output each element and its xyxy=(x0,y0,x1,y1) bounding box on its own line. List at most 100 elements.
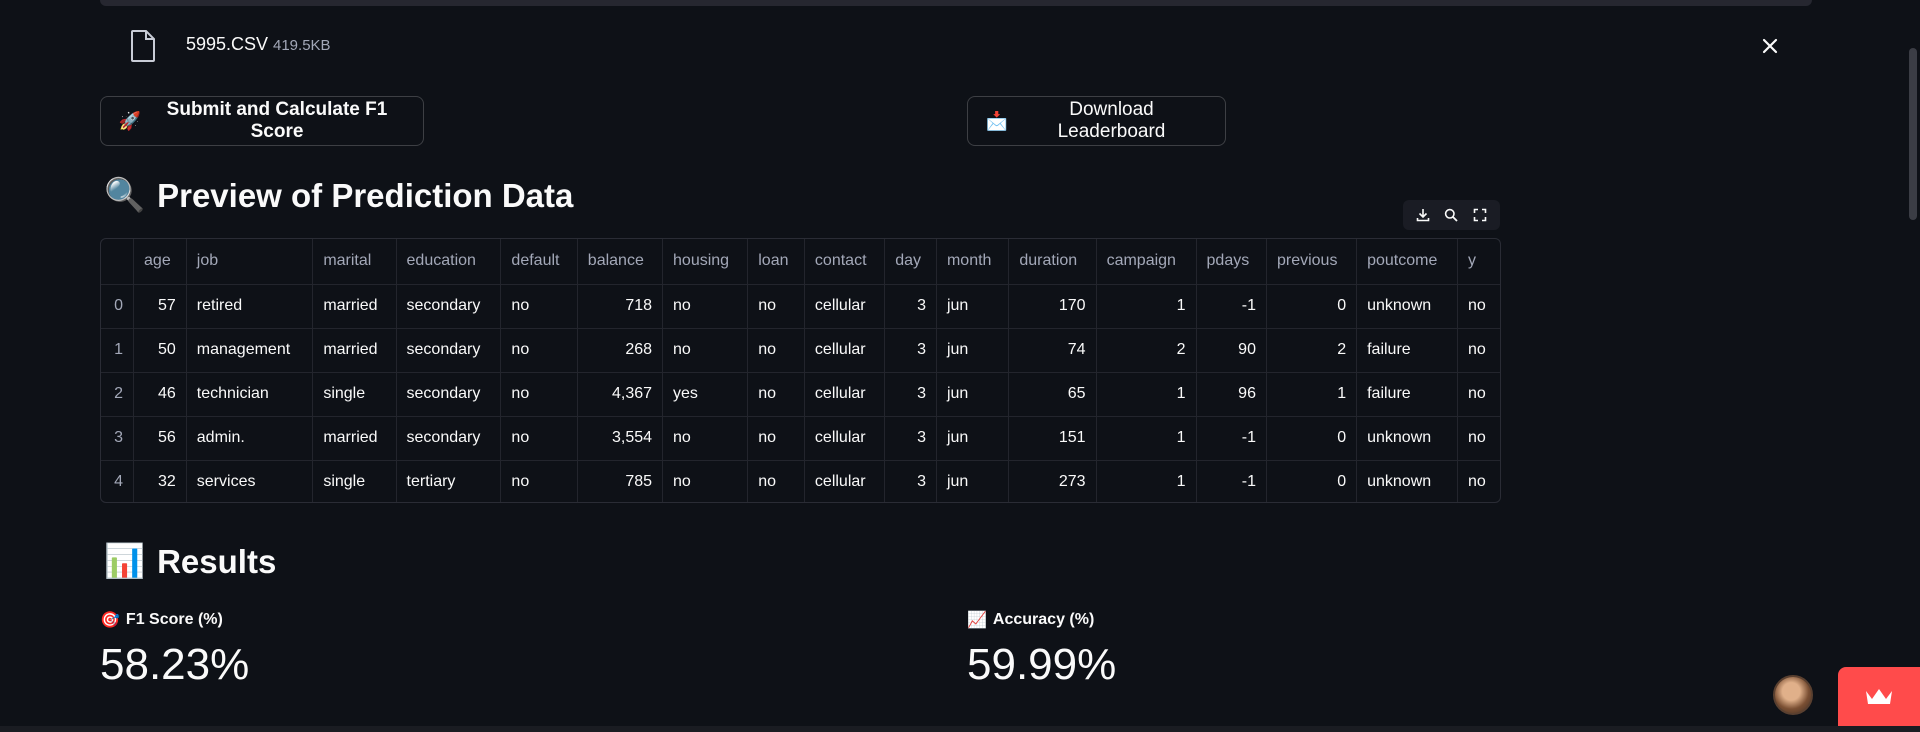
cell-month[interactable]: jun xyxy=(936,372,1010,417)
cell-marital[interactable]: married xyxy=(312,328,397,373)
column-header-previous[interactable]: previous xyxy=(1266,239,1358,285)
cell-contact[interactable]: cellular xyxy=(804,328,886,373)
cell-marital[interactable]: single xyxy=(312,372,397,417)
cell-housing[interactable]: no xyxy=(662,416,749,461)
cell-loan[interactable]: no xyxy=(747,328,805,373)
cell-day[interactable]: 3 xyxy=(884,328,937,373)
cell-campaign[interactable]: 1 xyxy=(1096,372,1197,417)
cell-y[interactable]: no xyxy=(1457,284,1500,329)
cell-job[interactable]: services xyxy=(186,460,314,502)
cell-month[interactable]: jun xyxy=(936,328,1010,373)
cell-housing[interactable]: yes xyxy=(662,372,749,417)
cell-loan[interactable]: no xyxy=(747,460,805,502)
download-leaderboard-button[interactable]: 📩 Download Leaderboard xyxy=(967,96,1226,146)
cell-marital[interactable]: single xyxy=(312,460,397,502)
row-index[interactable]: 4 xyxy=(101,460,135,502)
row-index[interactable]: 1 xyxy=(101,328,135,373)
cell-balance[interactable]: 718 xyxy=(577,284,664,329)
column-header-education[interactable]: education xyxy=(396,239,502,285)
cell-campaign[interactable]: 2 xyxy=(1096,328,1197,373)
cell-job[interactable]: admin. xyxy=(186,416,314,461)
column-header-pdays[interactable]: pdays xyxy=(1196,239,1267,285)
cell-poutcome[interactable]: unknown xyxy=(1356,284,1459,329)
column-header-marital[interactable]: marital xyxy=(312,239,397,285)
submit-calculate-button[interactable]: 🚀 Submit and Calculate F1 Score xyxy=(100,96,424,146)
scroll-thumb[interactable] xyxy=(1909,48,1917,220)
cell-education[interactable]: secondary xyxy=(396,372,502,417)
cell-housing[interactable]: no xyxy=(662,328,749,373)
cell-campaign[interactable]: 1 xyxy=(1096,284,1197,329)
cell-poutcome[interactable]: failure xyxy=(1356,372,1459,417)
cell-pdays[interactable]: -1 xyxy=(1196,284,1267,329)
column-header-poutcome[interactable]: poutcome xyxy=(1356,239,1459,285)
cell-campaign[interactable]: 1 xyxy=(1096,460,1197,502)
cell-contact[interactable]: cellular xyxy=(804,372,886,417)
cell-default[interactable]: no xyxy=(500,416,578,461)
cell-loan[interactable]: no xyxy=(747,416,805,461)
cell-pdays[interactable]: -1 xyxy=(1196,416,1267,461)
column-header-age[interactable]: age xyxy=(133,239,187,285)
column-header-month[interactable]: month xyxy=(936,239,1010,285)
column-header-default[interactable]: default xyxy=(500,239,578,285)
cell-marital[interactable]: married xyxy=(312,416,397,461)
cell-previous[interactable]: 0 xyxy=(1266,416,1358,461)
page-scrollbar[interactable] xyxy=(1906,0,1920,732)
cell-age[interactable]: 46 xyxy=(133,372,187,417)
cell-duration[interactable]: 170 xyxy=(1008,284,1097,329)
cell-duration[interactable]: 151 xyxy=(1008,416,1097,461)
cell-day[interactable]: 3 xyxy=(884,416,937,461)
cell-month[interactable]: jun xyxy=(936,284,1010,329)
row-index[interactable]: 0 xyxy=(101,284,135,329)
row-index[interactable]: 2 xyxy=(101,372,135,417)
search-icon[interactable] xyxy=(1439,203,1463,227)
cell-contact[interactable]: cellular xyxy=(804,460,886,502)
prediction-preview-table[interactable]: age job marital education default balance hous… xyxy=(100,238,1501,503)
cell-default[interactable]: no xyxy=(500,328,578,373)
cell-previous[interactable]: 0 xyxy=(1266,460,1358,502)
cell-poutcome[interactable]: unknown xyxy=(1356,460,1459,502)
cell-previous[interactable]: 1 xyxy=(1266,372,1358,417)
cell-age[interactable]: 56 xyxy=(133,416,187,461)
cell-housing[interactable]: no xyxy=(662,460,749,502)
cell-education[interactable]: tertiary xyxy=(396,460,502,502)
column-header-housing[interactable]: housing xyxy=(662,239,749,285)
download-icon[interactable] xyxy=(1411,203,1435,227)
cell-contact[interactable]: cellular xyxy=(804,416,886,461)
cell-poutcome[interactable]: unknown xyxy=(1356,416,1459,461)
cell-duration[interactable]: 273 xyxy=(1008,460,1097,502)
cell-duration[interactable]: 74 xyxy=(1008,328,1097,373)
cell-job[interactable]: management xyxy=(186,328,314,373)
column-header-contact[interactable]: contact xyxy=(804,239,886,285)
user-avatar[interactable] xyxy=(1773,675,1813,715)
cell-previous[interactable]: 2 xyxy=(1266,328,1358,373)
cell-housing[interactable]: no xyxy=(662,284,749,329)
cell-month[interactable]: jun xyxy=(936,460,1010,502)
column-header-y[interactable]: y xyxy=(1457,239,1500,285)
cell-job[interactable]: technician xyxy=(186,372,314,417)
fullscreen-icon[interactable] xyxy=(1468,203,1492,227)
column-header-day[interactable]: day xyxy=(884,239,937,285)
cell-poutcome[interactable]: failure xyxy=(1356,328,1459,373)
cell-duration[interactable]: 65 xyxy=(1008,372,1097,417)
column-header-duration[interactable]: duration xyxy=(1008,239,1097,285)
column-header-job[interactable]: job xyxy=(186,239,314,285)
streamlit-badge[interactable] xyxy=(1838,667,1920,727)
cell-marital[interactable]: married xyxy=(312,284,397,329)
cell-default[interactable]: no xyxy=(500,460,578,502)
cell-y[interactable]: no xyxy=(1457,372,1500,417)
cell-y[interactable]: no xyxy=(1457,416,1500,461)
cell-campaign[interactable]: 1 xyxy=(1096,416,1197,461)
cell-pdays[interactable]: -1 xyxy=(1196,460,1267,502)
index-header[interactable] xyxy=(101,239,135,285)
cell-balance[interactable]: 3,554 xyxy=(577,416,664,461)
cell-pdays[interactable]: 90 xyxy=(1196,328,1267,373)
cell-age[interactable]: 50 xyxy=(133,328,187,373)
cell-day[interactable]: 3 xyxy=(884,460,937,502)
cell-education[interactable]: secondary xyxy=(396,416,502,461)
column-header-campaign[interactable]: campaign xyxy=(1096,239,1197,285)
cell-day[interactable]: 3 xyxy=(884,284,937,329)
cell-education[interactable]: secondary xyxy=(396,328,502,373)
cell-balance[interactable]: 4,367 xyxy=(577,372,664,417)
cell-previous[interactable]: 0 xyxy=(1266,284,1358,329)
cell-default[interactable]: no xyxy=(500,284,578,329)
